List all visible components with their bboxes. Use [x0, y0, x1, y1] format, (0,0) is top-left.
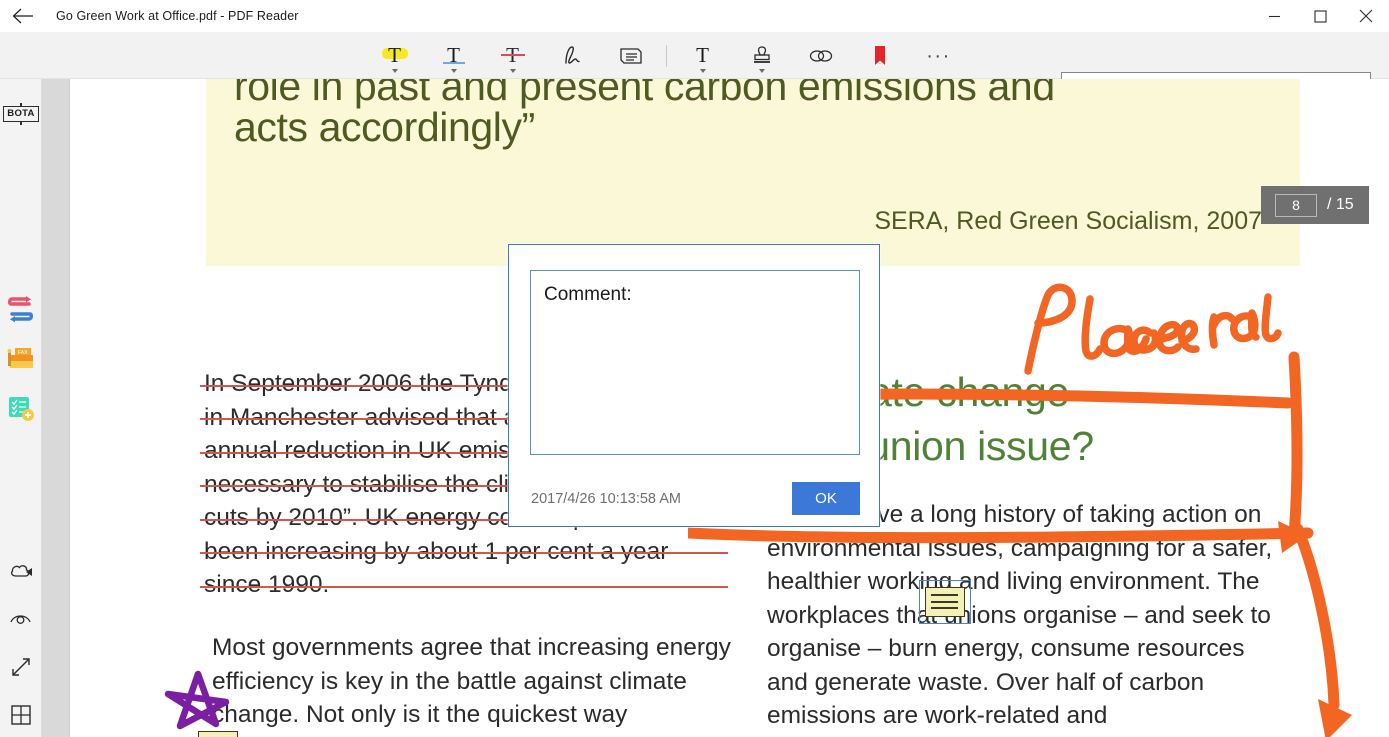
back-button[interactable] [0, 0, 46, 32]
text-tool[interactable]: T [673, 32, 732, 79]
comment-textarea[interactable] [530, 270, 860, 455]
pen-tool[interactable] [542, 32, 601, 79]
window-title: Go Green Work at Office.pdf - PDF Reader [56, 9, 299, 23]
window-titlebar: Go Green Work at Office.pdf - PDF Reader [0, 0, 1389, 32]
fax-button[interactable]: FAX [0, 338, 42, 380]
right-paragraph: Unions have a long history of taking act… [767, 501, 1273, 729]
toolbar-tool-group: T T T T [365, 32, 968, 79]
link-tool[interactable] [791, 32, 850, 79]
chevron-down-icon[interactable] [391, 69, 398, 73]
close-button[interactable] [1343, 0, 1389, 32]
fullscreen-button[interactable] [0, 646, 42, 688]
quote-highlight-block: role in past and present carbon emission… [206, 79, 1300, 266]
stamp-tool[interactable] [732, 32, 791, 79]
struck-line: been increasing by about 1 per cent a ye… [200, 535, 728, 569]
close-icon [1359, 9, 1373, 23]
minimize-button[interactable] [1251, 0, 1297, 32]
checklist-button[interactable] [0, 388, 42, 430]
page-counter[interactable]: / 15 [1261, 186, 1369, 224]
fullscreen-icon [12, 658, 30, 676]
convert-button[interactable] [0, 288, 42, 330]
left-sidebar: BOTA FAX [0, 79, 42, 737]
fax-icon: FAX [7, 348, 33, 368]
view-button[interactable] [0, 598, 42, 640]
svg-text:FAX: FAX [18, 350, 28, 356]
minimize-icon [1268, 15, 1280, 17]
link-icon [809, 49, 832, 62]
pen-icon [564, 45, 580, 64]
thumbnail-strip[interactable] [42, 79, 70, 737]
bota-logo[interactable]: BOTA [0, 93, 42, 135]
maximize-icon [1313, 9, 1327, 23]
note-icon [619, 47, 642, 64]
highlight-tool-glyph: T [388, 43, 401, 67]
stamp-icon [753, 45, 770, 63]
page-number-input[interactable] [1275, 193, 1317, 217]
convert-icon [7, 296, 34, 323]
comment-dialog[interactable]: 2017/4/26 10:13:58 AM OK [508, 244, 880, 527]
text-tool-glyph: T [696, 43, 709, 67]
underline-swatch [442, 62, 465, 64]
comment-timestamp: 2017/4/26 10:13:58 AM [531, 491, 681, 507]
chevron-down-icon[interactable] [758, 69, 765, 73]
maximize-button[interactable] [1297, 0, 1343, 32]
highlight-tool[interactable]: T [365, 32, 424, 79]
toolbar-divider [666, 44, 667, 67]
window-controls [1251, 0, 1389, 32]
bookmark-icon [874, 45, 885, 65]
page-total-label: / 15 [1327, 196, 1354, 213]
grid-button[interactable] [0, 694, 42, 736]
more-tool-glyph: ··· [926, 44, 951, 67]
quote-line-2: acts accordingly” [234, 104, 535, 150]
eye-icon [10, 615, 31, 624]
sticky-note-annotation-selected[interactable] [925, 587, 965, 617]
chevron-down-icon[interactable] [450, 69, 457, 73]
more-tool[interactable]: ··· [909, 32, 968, 79]
back-arrow-icon [12, 8, 33, 24]
strikethrough-swatch [500, 54, 525, 56]
cloud-upload-button[interactable] [0, 550, 42, 592]
cloud-upload-icon [10, 565, 32, 577]
bota-logo-label: BOTA [3, 103, 39, 125]
underline-tool[interactable]: T [424, 32, 483, 79]
bookmark-tool[interactable] [850, 32, 909, 79]
note-tool[interactable] [601, 32, 660, 79]
sticky-note-annotation[interactable] [198, 731, 238, 737]
chevron-down-icon[interactable] [699, 69, 706, 73]
left-paragraph-2: Most governments agree that increasing e… [212, 634, 731, 728]
struck-line: since 1990. [200, 568, 728, 602]
chevron-down-icon[interactable] [509, 69, 516, 73]
strikethrough-tool[interactable]: T [483, 32, 542, 79]
annotation-toolbar: T T T T [0, 32, 1389, 103]
checklist-icon [9, 397, 34, 421]
quote-source: SERA, Red Green Socialism, 2007 [874, 207, 1262, 235]
comment-ok-button[interactable]: OK [792, 482, 860, 515]
grid-icon [11, 705, 31, 725]
